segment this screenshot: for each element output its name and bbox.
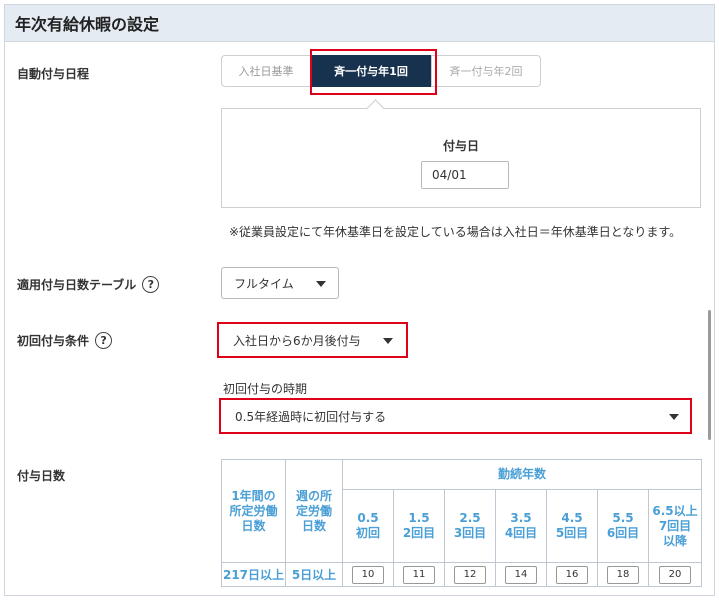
highlight-box-first-grant [217,322,408,358]
year-number: 0.5 [357,511,379,525]
row-weekly-days: 5日以上 [285,562,343,587]
year-count: 6回目 [606,526,640,540]
scrollbar[interactable] [708,310,711,440]
first-grant-label: 初回付与条件 ? [17,332,113,349]
grant-date-input[interactable] [421,161,509,189]
days-input[interactable]: 10 [352,565,384,584]
col-header-annual-days-text: 1年間の所定労働日数 [229,488,278,533]
year-number: 2.5 [459,511,481,525]
settings-panel: 年次有給休暇の設定 自動付与日程 入社日基準 斉一付与年1回 斉一付与年2回 付… [4,4,715,596]
section-title: 年次有給休暇の設定 [15,15,160,34]
year-header: 6.5以上 7回目以降 [648,489,702,563]
year-header: 4.5 5回目 [546,489,598,563]
days-input[interactable]: 12 [454,565,486,584]
grant-date-label: 付与日 [442,139,479,153]
highlight-box-timing [219,398,692,434]
table-cell: 12 [444,562,496,587]
table-cell: 14 [495,562,547,587]
days-input[interactable]: 16 [556,565,588,584]
auto-grant-label-text: 自動付与日程 [17,67,90,81]
year-count: 4回目 [504,526,538,540]
col-header-annual-days: 1年間の所定労働日数 [221,459,286,563]
table-cell: 10 [342,562,394,587]
year-count: 7回目以降 [658,518,692,548]
help-icon[interactable]: ? [95,332,113,349]
col-header-weekly-days-text: 週の所定労働日数 [295,488,332,533]
section-header: 年次有給休暇の設定 [5,5,714,42]
year-header: 0.5 初回 [342,489,394,563]
table-cell: 16 [546,562,598,587]
year-count: 初回 [355,526,380,540]
year-count: 5回目 [555,526,589,540]
year-number: 5.5 [612,511,634,525]
table-cell: 20 [648,562,702,587]
table-row: 217日以上 5日以上 10 11 12 14 16 18 20 [221,562,702,587]
days-input[interactable]: 18 [607,565,639,584]
col-header-service-years: 勤続年数 [342,459,702,490]
year-number: 1.5 [408,511,430,525]
table-setting-dropdown[interactable]: フルタイム [221,267,339,299]
grant-days-table: 1年間の所定労働日数 週の所定労働日数 勤続年数 0.5 初回 1.5 2回目 2.… [221,459,702,587]
first-grant-label-text: 初回付与条件 [17,334,90,348]
table-cell: 18 [597,562,649,587]
grant-days-label-text: 付与日数 [17,469,66,483]
grant-date-panel: 付与日 [221,99,701,208]
table-setting-value: フルタイム [234,276,294,291]
highlight-box-uniform-once [310,49,437,95]
segment-uniform-twice[interactable]: 斉一付与年2回 [431,55,541,87]
year-header: 1.5 2回目 [393,489,445,563]
year-header: 2.5 3回目 [444,489,496,563]
first-grant-timing-label: 初回付与の時期 [223,382,308,396]
segment-hire-date-basis[interactable]: 入社日基準 [221,55,311,87]
days-input[interactable]: 14 [505,565,537,584]
panel-pointer [366,99,385,118]
row-annual-days: 217日以上 [221,562,286,587]
help-icon[interactable]: ? [142,276,160,293]
year-number: 6.5以上 [652,503,698,518]
year-number: 3.5 [510,511,532,525]
year-header: 5.5 6回目 [597,489,649,563]
year-count: 2回目 [402,526,436,540]
auto-grant-label: 自動付与日程 [17,65,89,82]
grant-days-label: 付与日数 [17,467,65,484]
year-header: 3.5 4回目 [495,489,547,563]
year-number: 4.5 [561,511,583,525]
chevron-down-icon [316,281,326,287]
days-input[interactable]: 20 [659,565,691,584]
table-cell: 11 [393,562,445,587]
table-setting-label: 適用付与日数テーブル ? [17,276,160,293]
days-input[interactable]: 11 [403,565,435,584]
table-setting-label-text: 適用付与日数テーブル [17,278,137,292]
base-date-note: ※従業員設定にて年休基準日を設定している場合は入社日＝年休基準日となります。 [229,225,682,239]
col-header-weekly-days: 週の所定労働日数 [285,459,343,563]
year-count: 3回目 [453,526,487,540]
